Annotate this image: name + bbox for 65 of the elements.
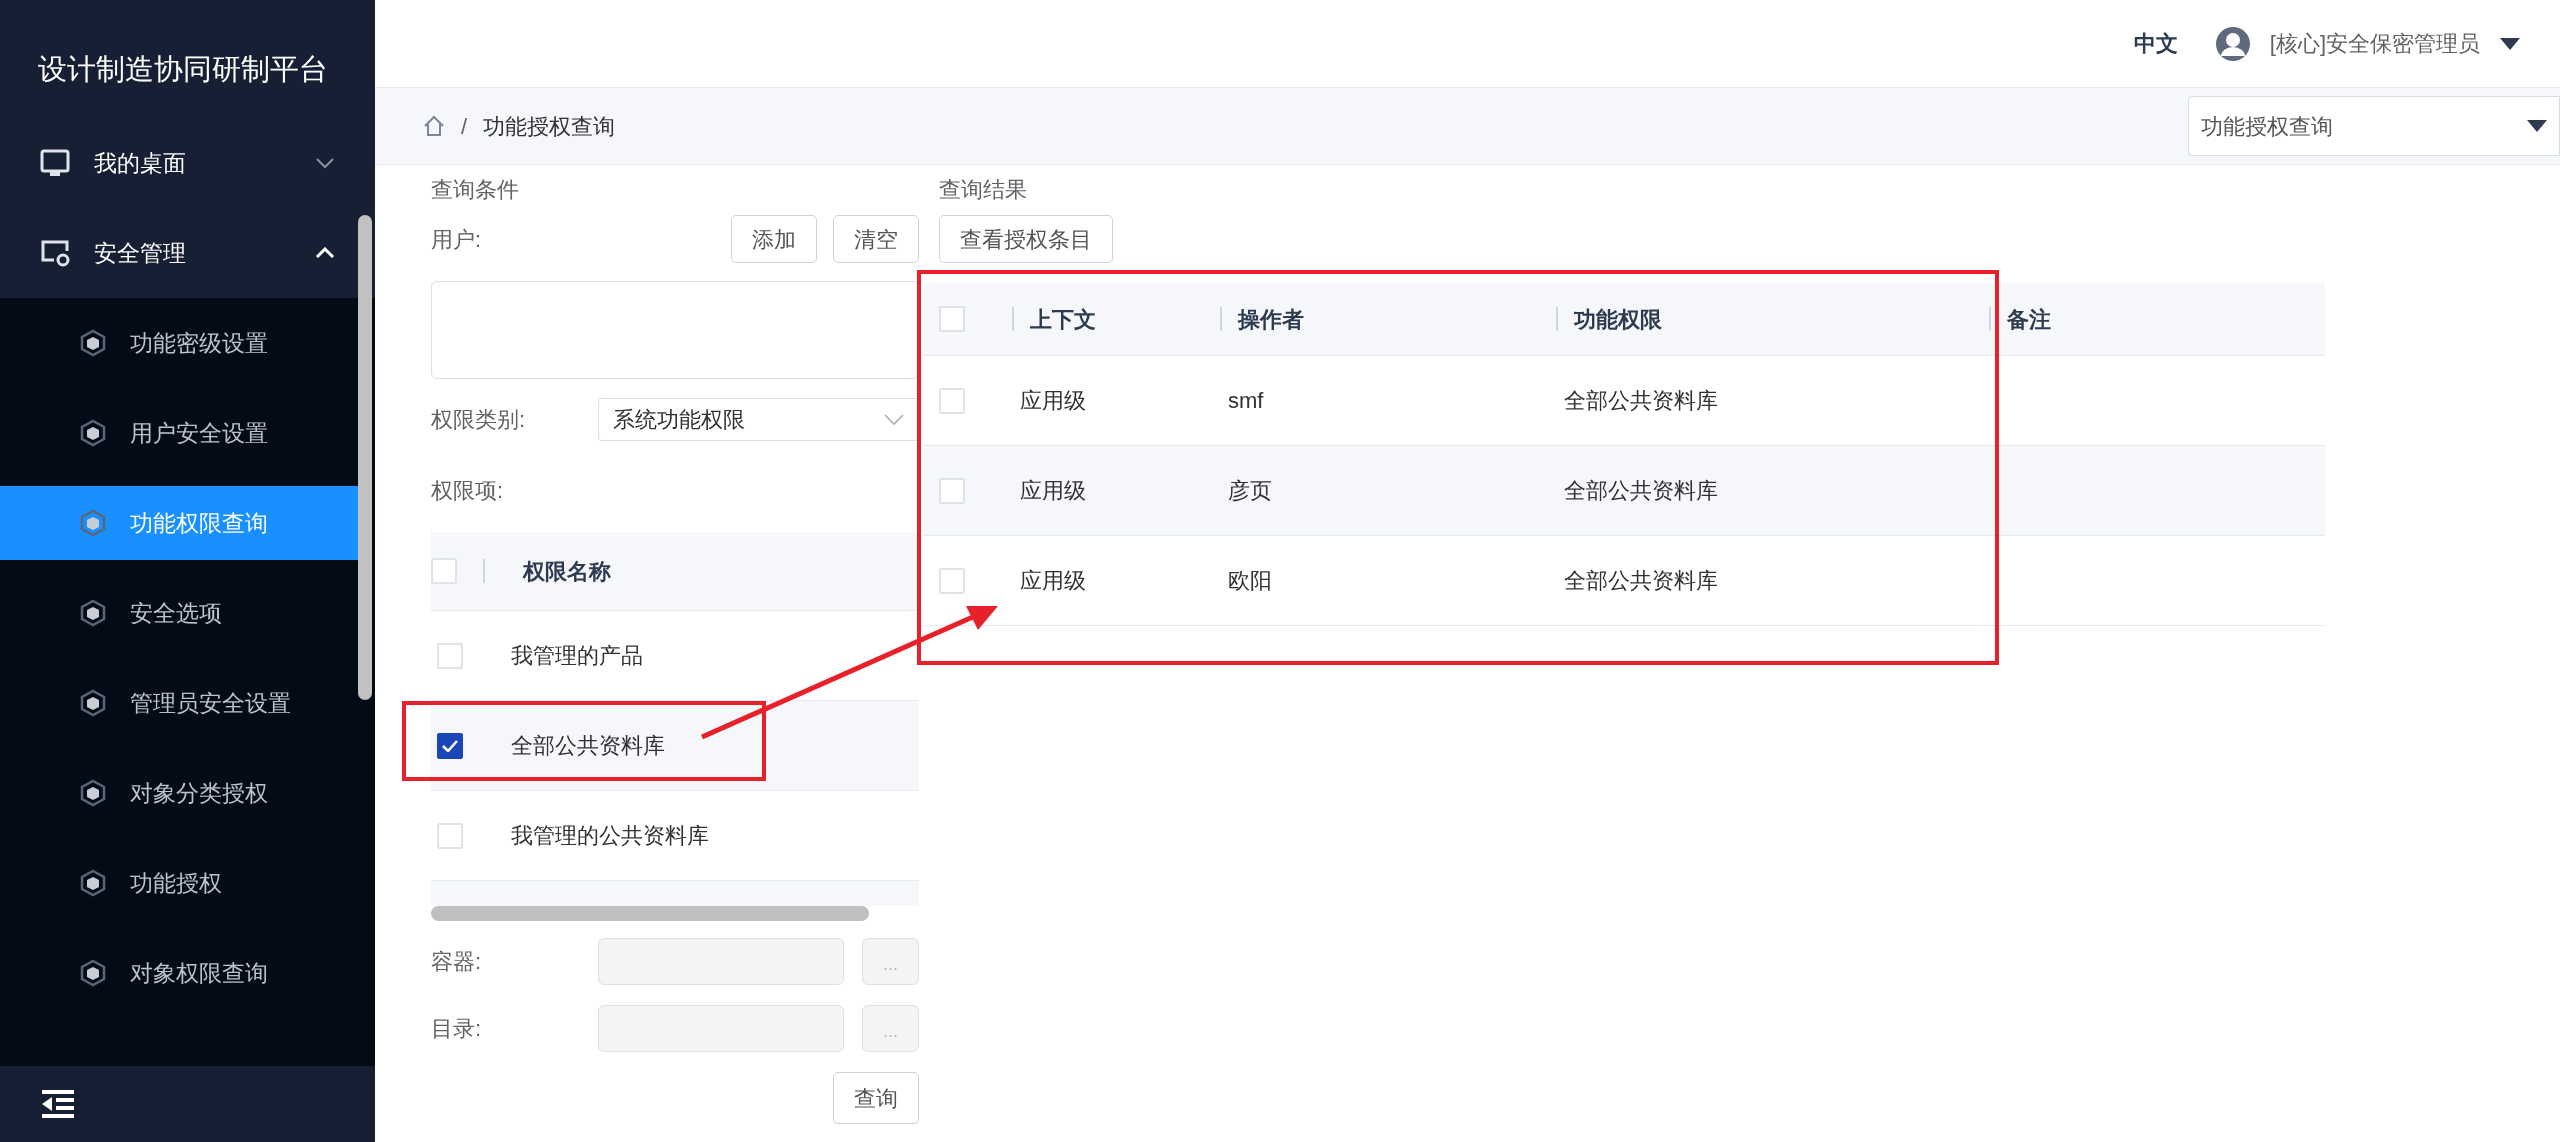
hexagon-icon xyxy=(80,689,106,717)
menu-item[interactable]: 功能授权 xyxy=(0,846,360,920)
table-cell: 应用级 xyxy=(1020,478,1086,503)
field-label: 用户: xyxy=(431,225,482,254)
chevron-down-icon xyxy=(884,413,904,426)
table-cell: smf xyxy=(1228,388,1264,413)
app-title: 设计制造协同研制平台 xyxy=(37,52,329,87)
menu-group[interactable]: 安全管理 xyxy=(0,208,375,298)
hexagon-icon xyxy=(80,959,106,987)
view-entries-button[interactable]: 查看授权条目 xyxy=(939,215,1113,263)
chevron-up-icon xyxy=(315,247,335,259)
field-label: 权限项: xyxy=(431,476,504,505)
chevron-down-icon xyxy=(315,157,335,169)
collapse-menu-icon[interactable] xyxy=(42,1090,74,1118)
table-cell-text: 全部公共资料库 xyxy=(511,732,665,760)
hexagon-icon xyxy=(80,329,106,357)
table-cell: 欧阳 xyxy=(1228,568,1272,593)
menu-item[interactable]: 对象分类授权 xyxy=(0,756,360,830)
section-title: 查询条件 xyxy=(431,175,519,204)
field-label: 权限类别: xyxy=(431,406,527,434)
table-cell: 应用级 xyxy=(1020,568,1086,593)
hexagon-icon xyxy=(80,509,106,537)
table-cell-text: 我管理的公共资料库 xyxy=(511,822,709,850)
caret-down-icon xyxy=(2527,120,2547,132)
caret-down-icon[interactable] xyxy=(2500,37,2520,50)
user-name[interactable]: [核心]安全保密管理员 xyxy=(2269,27,2480,60)
monitor-icon xyxy=(40,148,70,178)
hexagon-icon xyxy=(80,419,106,447)
menu-item[interactable]: 管理员安全设置 xyxy=(0,666,360,740)
menu-item[interactable]: 对象权限查询 xyxy=(0,936,360,1010)
column-header: 备注 xyxy=(2007,305,2051,334)
hexagon-icon xyxy=(80,779,106,807)
column-header: 上下文 xyxy=(1030,305,1096,334)
type-select[interactable]: 系统功能权限 xyxy=(598,398,919,441)
menu-group[interactable]: 我的桌面 xyxy=(0,118,375,208)
query-button[interactable]: 查询 xyxy=(833,1072,919,1124)
home-icon[interactable] xyxy=(423,115,445,137)
breadcrumb-item: 功能授权查询 xyxy=(483,112,616,141)
table-cell: 全部公共资料库 xyxy=(1564,568,1718,593)
page-select[interactable]: 功能授权查询 xyxy=(2188,96,2560,156)
check-icon xyxy=(442,739,458,752)
field-label: 容器: xyxy=(431,948,483,976)
scrollbar-thumb[interactable] xyxy=(358,215,372,700)
table-cell: 全部公共资料库 xyxy=(1564,478,1718,503)
button[interactable]: 清空 xyxy=(833,215,919,263)
column-header: 操作者 xyxy=(1238,305,1304,334)
menu-item[interactable]: 用户安全设置 xyxy=(0,396,360,470)
table-cell: 彦页 xyxy=(1228,478,1272,503)
monitor-gear-icon xyxy=(40,238,70,268)
language-switch[interactable]: 中文 xyxy=(2133,27,2178,60)
menu-item[interactable]: 功能密级设置 xyxy=(0,306,360,380)
scrollbar-thumb[interactable] xyxy=(431,906,869,921)
section-title: 查询结果 xyxy=(939,175,1027,204)
hexagon-icon xyxy=(80,869,106,897)
menu-item[interactable]: 安全选项 xyxy=(0,576,360,650)
column-header: 功能权限 xyxy=(1574,305,1662,334)
avatar-icon xyxy=(2215,26,2250,61)
table-cell-text: 我管理的产品 xyxy=(511,642,643,670)
breadcrumb-separator: / xyxy=(461,112,468,141)
table-cell: 应用级 xyxy=(1020,388,1086,413)
field-label: 目录: xyxy=(431,1015,483,1043)
button[interactable]: 添加 xyxy=(731,215,817,263)
checkbox[interactable] xyxy=(437,732,463,759)
table-cell: 全部公共资料库 xyxy=(1564,388,1718,413)
hexagon-icon xyxy=(80,599,106,627)
